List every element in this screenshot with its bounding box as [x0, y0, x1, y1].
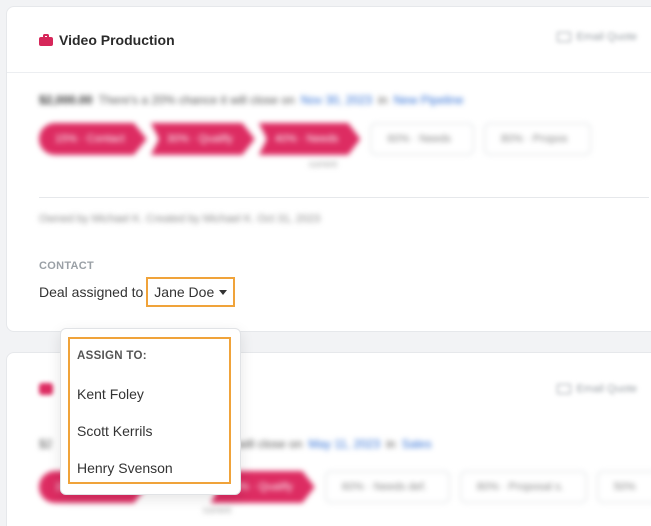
- deal-card-header: Video Production: [7, 7, 651, 73]
- stage-progress: 15% · Contact 30% · Qualify 40% · Needs …: [39, 123, 595, 155]
- assign-prefix: Deal assigned to: [39, 284, 144, 300]
- deal-meta: Owned by Michael K. Created by Michael K…: [39, 213, 321, 225]
- stage-chip[interactable]: 60% · Needs: [370, 123, 474, 155]
- contact-section-label: CONTACT: [39, 260, 95, 272]
- in-text: in: [386, 437, 396, 451]
- stage-chip[interactable]: 15% · Contact: [39, 123, 147, 155]
- deal-amount: $2,000.00: [39, 93, 93, 107]
- divider: [39, 197, 649, 198]
- assign-to-menu: ASSIGN TO: Kent Foley Scott Kerrils Henr…: [60, 328, 241, 495]
- stage-chip[interactable]: 80% · Propos: [483, 123, 591, 155]
- stage-note: current: [203, 505, 232, 515]
- deal-chance-text: There's a 20% chance it will close on: [98, 93, 295, 107]
- envelope-icon: [557, 384, 572, 394]
- briefcase-icon: [39, 33, 53, 46]
- deal-card: Video Production Email Quote $2,000.00 T…: [6, 6, 651, 332]
- assign-option-henry-svenson[interactable]: Henry Svenson: [77, 460, 173, 476]
- assign-option-scott-kerrils[interactable]: Scott Kerrils: [77, 423, 152, 439]
- assign-to-header: ASSIGN TO:: [77, 350, 147, 362]
- email-quote-button[interactable]: Email Quote: [557, 383, 637, 395]
- email-quote-label: Email Quote: [576, 383, 637, 395]
- deal-2-amount: $2: [39, 437, 53, 451]
- close-date-link[interactable]: May 11, 2023: [308, 437, 380, 451]
- stage-chip[interactable]: 60% · Needs def.: [324, 471, 450, 503]
- assignee-dropdown[interactable]: Jane Doe: [146, 277, 236, 307]
- pipeline-link[interactable]: Sales: [402, 437, 432, 451]
- stage-chip[interactable]: 50%: [596, 471, 651, 503]
- in-text: in: [378, 93, 388, 107]
- assign-option-kent-foley[interactable]: Kent Foley: [77, 386, 144, 402]
- assign-to-menu-highlight: ASSIGN TO: Kent Foley Scott Kerrils Henr…: [68, 337, 231, 484]
- stage-note: current: [309, 159, 338, 169]
- close-date-link[interactable]: Nov 30, 2023: [301, 93, 372, 107]
- briefcase-icon: [39, 383, 53, 395]
- caret-down-icon: [219, 289, 228, 295]
- deal-summary: $2,000.00 There's a 20% chance it will c…: [39, 93, 464, 107]
- email-quote-button[interactable]: Email Quote: [557, 31, 637, 43]
- stage-chip[interactable]: 30% · Qualify: [150, 123, 255, 155]
- envelope-icon: [557, 32, 572, 42]
- crm-deal-view: Video Production Email Quote $2,000.00 T…: [0, 0, 651, 526]
- pipeline-link[interactable]: New Pipeline: [394, 93, 464, 107]
- stage-chip[interactable]: 40% · Needs: [258, 123, 361, 155]
- email-quote-label: Email Quote: [576, 31, 637, 43]
- stage-chip[interactable]: 80% · Proposal s.: [459, 471, 587, 503]
- deal-title: Video Production: [59, 31, 175, 48]
- assignee-name: Jane Doe: [154, 284, 215, 300]
- assign-line: Deal assigned to Jane Doe: [39, 277, 236, 307]
